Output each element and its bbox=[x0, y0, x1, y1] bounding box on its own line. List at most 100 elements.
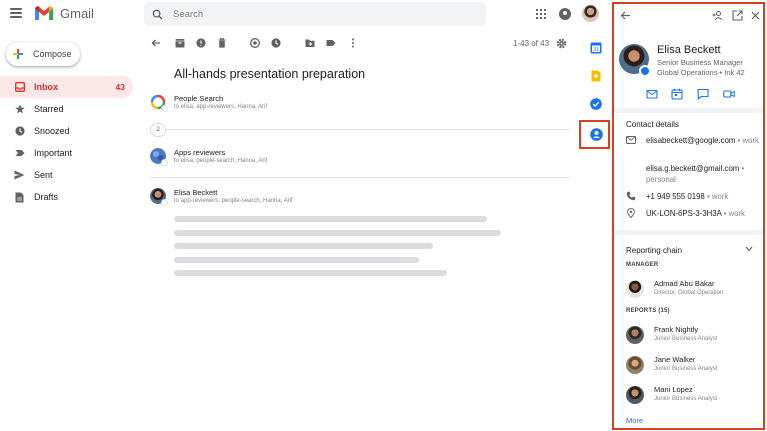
contact-details-title: Contact details bbox=[626, 120, 679, 129]
message-sender: People Search bbox=[174, 94, 224, 103]
collapsed-divider bbox=[150, 129, 570, 130]
inbox-icon bbox=[14, 82, 25, 93]
contact-title: Senior Business Manager bbox=[657, 58, 743, 67]
location-pin-icon bbox=[627, 208, 635, 218]
contact-org: Global Operations • Ink 42 bbox=[657, 68, 745, 77]
contacts-highlight bbox=[579, 120, 610, 149]
personal-email: elisa.g.beckett@gmail.com bbox=[646, 164, 740, 173]
delete-icon[interactable] bbox=[217, 38, 227, 48]
email-personal-row[interactable]: elisa.g.beckett@gmail.com • personal bbox=[626, 163, 761, 185]
calendar-icon[interactable]: 31 bbox=[586, 38, 606, 58]
sidebar-item-label: Sent bbox=[34, 170, 53, 180]
move-to-icon[interactable] bbox=[305, 38, 315, 48]
person-name: Jane Walker bbox=[654, 355, 696, 364]
report-spam-icon[interactable] bbox=[196, 38, 206, 48]
sidebar-item-drafts[interactable]: Drafts bbox=[0, 186, 133, 208]
video-call-icon[interactable] bbox=[723, 88, 735, 100]
message-divider bbox=[150, 177, 570, 178]
person-name: Frank Nightly bbox=[654, 325, 699, 334]
google-badge-icon bbox=[161, 105, 168, 112]
panel-header bbox=[614, 4, 763, 28]
manager-item[interactable]: Admad Abu Bakar Director, Global Operati… bbox=[626, 278, 761, 302]
google-apps-icon[interactable] bbox=[536, 9, 546, 19]
message-header[interactable]: People Search to elisa, app-reviewers, H… bbox=[150, 94, 570, 114]
chevron-down-icon[interactable] bbox=[745, 246, 753, 252]
gear-icon[interactable] bbox=[556, 38, 567, 49]
section-separator bbox=[614, 108, 763, 113]
message-body-placeholder bbox=[174, 230, 501, 236]
compose-button[interactable]: Compose bbox=[6, 42, 80, 66]
sidebar-item-starred[interactable]: Starred bbox=[0, 98, 133, 120]
search-input[interactable] bbox=[173, 8, 473, 20]
email-subject: All-hands presentation preparation bbox=[174, 67, 366, 81]
draft-icon bbox=[14, 192, 25, 203]
sidebar-item-inbox[interactable]: Inbox 43 bbox=[0, 76, 133, 98]
add-person-icon[interactable] bbox=[712, 10, 723, 21]
open-in-new-icon[interactable] bbox=[732, 10, 743, 21]
location-type: • work bbox=[723, 209, 745, 218]
tasks-icon[interactable] bbox=[586, 94, 606, 114]
account-avatar[interactable] bbox=[582, 5, 599, 22]
sidebar-item-label: Inbox bbox=[34, 82, 58, 92]
person-role: Junior Business Analyst bbox=[654, 336, 718, 342]
message-body-placeholder bbox=[174, 216, 487, 222]
email-type: • work bbox=[737, 136, 759, 145]
more-reports-link[interactable]: More bbox=[626, 416, 643, 425]
send-icon bbox=[14, 170, 25, 181]
calendar-icon[interactable] bbox=[671, 88, 683, 100]
archive-icon[interactable] bbox=[175, 38, 185, 48]
top-bar: Gmail bbox=[0, 0, 610, 28]
message-sender: Elisa Beckett bbox=[174, 188, 218, 197]
snooze-icon[interactable] bbox=[271, 38, 281, 48]
location-row[interactable]: UK-LON-6PS-3-3H3A • work bbox=[626, 208, 761, 220]
more-vert-icon[interactable] bbox=[348, 38, 358, 48]
person-role: Director, Global Operation bbox=[654, 290, 724, 296]
back-icon[interactable] bbox=[151, 38, 161, 48]
manager-label: MANAGER bbox=[626, 262, 659, 268]
message-body-placeholder bbox=[174, 257, 419, 263]
sidebar-item-label: Drafts bbox=[34, 192, 59, 202]
contact-panel: Elisa Beckett Senior Business Manager Gl… bbox=[612, 2, 765, 430]
plus-icon bbox=[13, 49, 23, 59]
message-recipients: to elisa, app-reviewers, Hanna, Arif bbox=[174, 104, 268, 110]
google-badge-icon bbox=[161, 199, 168, 206]
mark-unread-icon[interactable] bbox=[250, 38, 260, 48]
search-bar[interactable] bbox=[144, 2, 486, 26]
label-icon[interactable] bbox=[326, 38, 336, 48]
chat-icon[interactable] bbox=[697, 88, 709, 100]
message-sender: Apps reviewers bbox=[174, 148, 226, 157]
message-header[interactable]: Elisa Beckett to app-reviewers, people-s… bbox=[150, 188, 570, 208]
message-toolbar: 1-43 of 43 bbox=[144, 34, 574, 52]
report-item[interactable]: Jane Walker Junior Business Analyst bbox=[626, 354, 761, 378]
gmail-window: Gmail Compose Inbox 43 Starred bbox=[0, 0, 767, 431]
reporting-chain-title: Reporting chain bbox=[626, 246, 683, 255]
report-item[interactable]: Mani Lopez Junior Business Analyst bbox=[626, 384, 761, 408]
email-work-row[interactable]: elisabeckett@google.com • work bbox=[626, 135, 761, 157]
sidebar-item-important[interactable]: Important bbox=[0, 142, 133, 164]
message-recipients: to elisa, people-search, Hanna, Arif bbox=[174, 158, 268, 164]
message-recipients: to app-reviewers, people-search, Hanna, … bbox=[174, 198, 293, 204]
phone-row[interactable]: +1 949 555 0198 • work bbox=[626, 191, 761, 203]
gmail-m-icon bbox=[35, 6, 53, 20]
account-status-icon[interactable] bbox=[559, 8, 571, 20]
report-item[interactable]: Frank Nightly Junior Business Analyst bbox=[626, 324, 761, 348]
sidebar-item-sent[interactable]: Sent bbox=[0, 164, 133, 186]
contact-name: Elisa Beckett bbox=[657, 44, 721, 56]
person-role: Junior Business Analyst bbox=[654, 396, 718, 402]
phone-type: • work bbox=[706, 192, 729, 201]
collapsed-messages-badge[interactable]: 2 bbox=[150, 123, 166, 137]
sidebar-item-label: Snoozed bbox=[34, 126, 70, 136]
close-icon[interactable] bbox=[750, 10, 761, 21]
email-icon[interactable] bbox=[646, 88, 658, 100]
main-menu-icon[interactable] bbox=[10, 8, 22, 18]
clock-icon bbox=[14, 126, 25, 137]
back-icon[interactable] bbox=[620, 10, 631, 21]
mail-icon bbox=[626, 136, 636, 144]
search-icon[interactable] bbox=[152, 9, 163, 20]
contact-actions bbox=[614, 88, 763, 102]
important-icon bbox=[14, 148, 25, 159]
gmail-logo[interactable]: Gmail bbox=[34, 5, 94, 21]
message-header[interactable]: Apps reviewers to elisa, people-search, … bbox=[150, 148, 570, 168]
keep-icon[interactable] bbox=[586, 66, 606, 86]
sidebar-item-snoozed[interactable]: Snoozed bbox=[0, 120, 133, 142]
